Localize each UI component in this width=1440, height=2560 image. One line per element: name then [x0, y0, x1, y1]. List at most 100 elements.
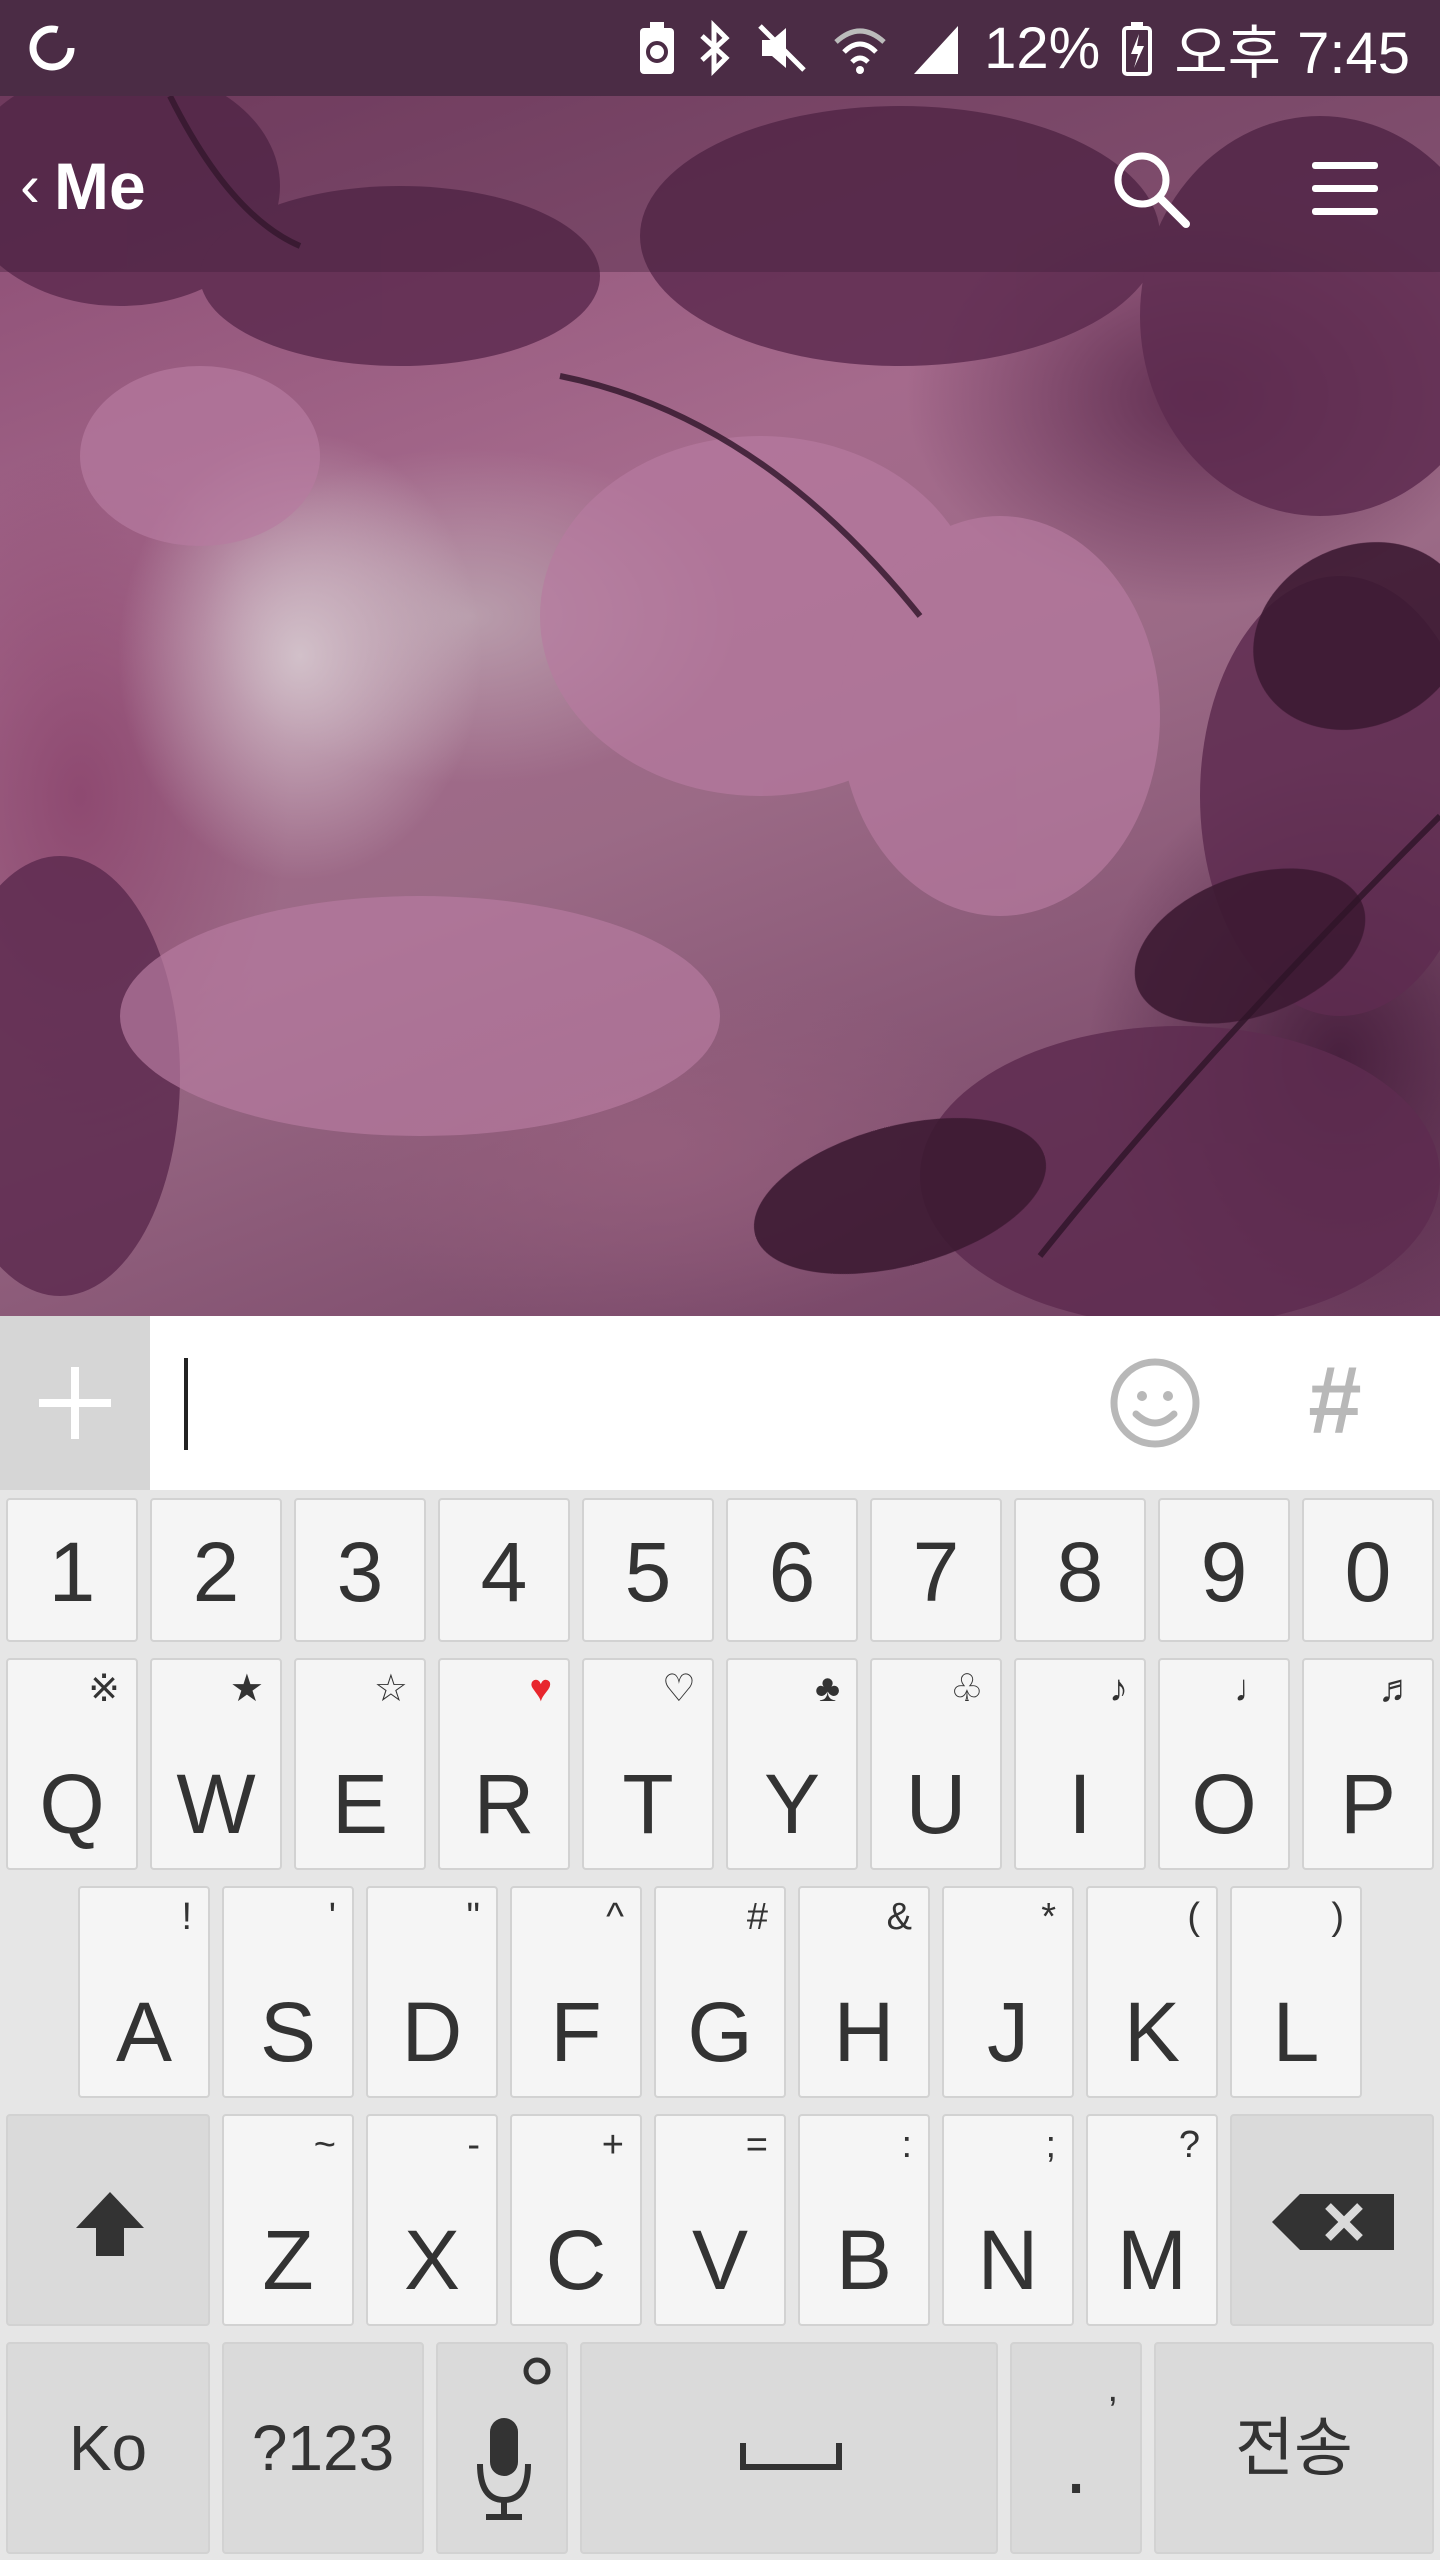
mic-icon [477, 2418, 531, 2520]
key-label: . [1064, 2417, 1088, 2511]
key-sublabel: ♬ [1378, 1668, 1416, 1710]
settings-small-icon [523, 2357, 551, 2385]
key-s[interactable]: ' S [222, 1886, 354, 2098]
menu-icon[interactable] [1302, 146, 1388, 232]
key-d[interactable]: " D [366, 1886, 498, 2098]
key-label: N [977, 2213, 1039, 2307]
text-cursor [184, 1358, 188, 1450]
space-icon [740, 2443, 842, 2470]
symbols-key[interactable]: ?123 [222, 2342, 424, 2554]
key-u[interactable]: ♧ U [870, 1658, 1002, 1870]
key-c[interactable]: + C [510, 2114, 642, 2326]
key-b[interactable]: :B [798, 2114, 930, 2326]
signal-icon [914, 26, 959, 74]
key-p[interactable]: ♬ P [1302, 1658, 1434, 1870]
key-label: U [905, 1757, 967, 1851]
shift-key[interactable] [6, 2114, 210, 2326]
key-sublabel: ~ [313, 2124, 336, 2166]
key-label: 9 [1200, 1525, 1248, 1619]
key-a[interactable]: ! A [78, 1886, 210, 2098]
send-key[interactable]: 전송 [1154, 2342, 1434, 2554]
vibrate-icon [758, 24, 806, 72]
key-sublabel: ' [328, 1896, 336, 1938]
key-1[interactable]: 1 [6, 1498, 138, 1642]
back-chevron-icon: ‹ [20, 152, 40, 219]
key-label: 6 [768, 1525, 816, 1619]
key-3[interactable]: 3 [294, 1498, 426, 1642]
key-sublabel: : [901, 2124, 912, 2166]
shift-icon [76, 2192, 144, 2256]
message-input[interactable] [150, 1316, 1050, 1490]
key-sublabel: # [746, 1896, 768, 1938]
key-label: H [833, 1985, 895, 2079]
key-label: P [1339, 1757, 1397, 1851]
language-key[interactable]: Ko [6, 2342, 210, 2554]
chat-header: ‹ Me [0, 96, 1440, 272]
key-sublabel: ☆ [373, 1668, 408, 1710]
key-l[interactable]: ) L [1230, 1886, 1362, 2098]
emoji-icon[interactable] [1108, 1356, 1202, 1450]
attach-button[interactable] [0, 1316, 150, 1490]
space-key[interactable] [580, 2342, 998, 2554]
key-x[interactable]: -X [366, 2114, 498, 2326]
key-5[interactable]: 5 [582, 1498, 714, 1642]
key-z[interactable]: ~ Z [222, 2114, 354, 2326]
key-label: 7 [912, 1525, 960, 1619]
key-h[interactable]: & H [798, 1886, 930, 2098]
key-sublabel: ) [1331, 1896, 1344, 1938]
key-label: Y [763, 1757, 821, 1851]
status-bar: 12% 오후 7:45 [0, 0, 1440, 96]
key-label: C [545, 2213, 607, 2307]
keyboard: 1 2 3 4 5 6 7 8 9 0 ※ Q ★ W ☆ E ♥ R ♡ T ♣ Y ♧ U… [0, 1490, 1440, 2560]
key-y[interactable]: ♣ Y [726, 1658, 858, 1870]
key-label: Z [262, 2213, 314, 2307]
key-g[interactable]: # G [654, 1886, 786, 2098]
key-label: E [331, 1757, 389, 1851]
key-2[interactable]: 2 [150, 1498, 282, 1642]
key-label: Q [39, 1757, 105, 1851]
mic-key[interactable] [436, 2342, 568, 2554]
key-0[interactable]: 0 [1302, 1498, 1434, 1642]
key-t[interactable]: ♡ T [582, 1658, 714, 1870]
period-key[interactable]: , . [1010, 2342, 1142, 2554]
key-m[interactable]: ? M [1086, 2114, 1218, 2326]
backspace-key[interactable] [1230, 2114, 1434, 2326]
key-4[interactable]: 4 [438, 1498, 570, 1642]
key-q[interactable]: ※ Q [6, 1658, 138, 1870]
key-k[interactable]: (K [1086, 1886, 1218, 2098]
key-sublabel: + [601, 2124, 624, 2166]
key-label: A [115, 1985, 173, 2079]
key-label: 3 [336, 1525, 384, 1619]
key-label: J [987, 1985, 1029, 2079]
key-f[interactable]: ^ F [510, 1886, 642, 2098]
key-sublabel: = [745, 2124, 768, 2166]
key-label: T [622, 1757, 674, 1851]
key-sublabel: - [467, 2124, 480, 2166]
key-sublabel: ※ [88, 1668, 120, 1710]
key-7[interactable]: 7 [870, 1498, 1002, 1642]
key-sublabel: & [886, 1896, 912, 1938]
sync-icon [29, 25, 75, 71]
key-6[interactable]: 6 [726, 1498, 858, 1642]
key-sublabel: ( [1187, 1896, 1200, 1938]
key-r[interactable]: ♥ R [438, 1658, 570, 1870]
key-v[interactable]: = V [654, 2114, 786, 2326]
key-e[interactable]: ☆ E [294, 1658, 426, 1870]
key-i[interactable]: ♪ I [1014, 1658, 1146, 1870]
key-8[interactable]: 8 [1014, 1498, 1146, 1642]
key-n[interactable]: ; N [942, 2114, 1074, 2326]
search-icon[interactable] [1108, 146, 1194, 232]
key-o[interactable]: ♩ O [1158, 1658, 1290, 1870]
key-label: W [176, 1757, 256, 1851]
hashtag-button[interactable]: # [1290, 1346, 1380, 1456]
key-label: 5 [624, 1525, 672, 1619]
key-9[interactable]: 9 [1158, 1498, 1290, 1642]
key-sublabel: ♥ [529, 1668, 552, 1710]
key-label: M [1117, 2213, 1187, 2307]
key-label: O [1191, 1757, 1257, 1851]
back-button[interactable]: ‹ Me [20, 144, 146, 228]
key-sublabel: * [1041, 1896, 1056, 1938]
key-sublabel: ! [181, 1896, 192, 1938]
key-j[interactable]: * J [942, 1886, 1074, 2098]
key-w[interactable]: ★ W [150, 1658, 282, 1870]
